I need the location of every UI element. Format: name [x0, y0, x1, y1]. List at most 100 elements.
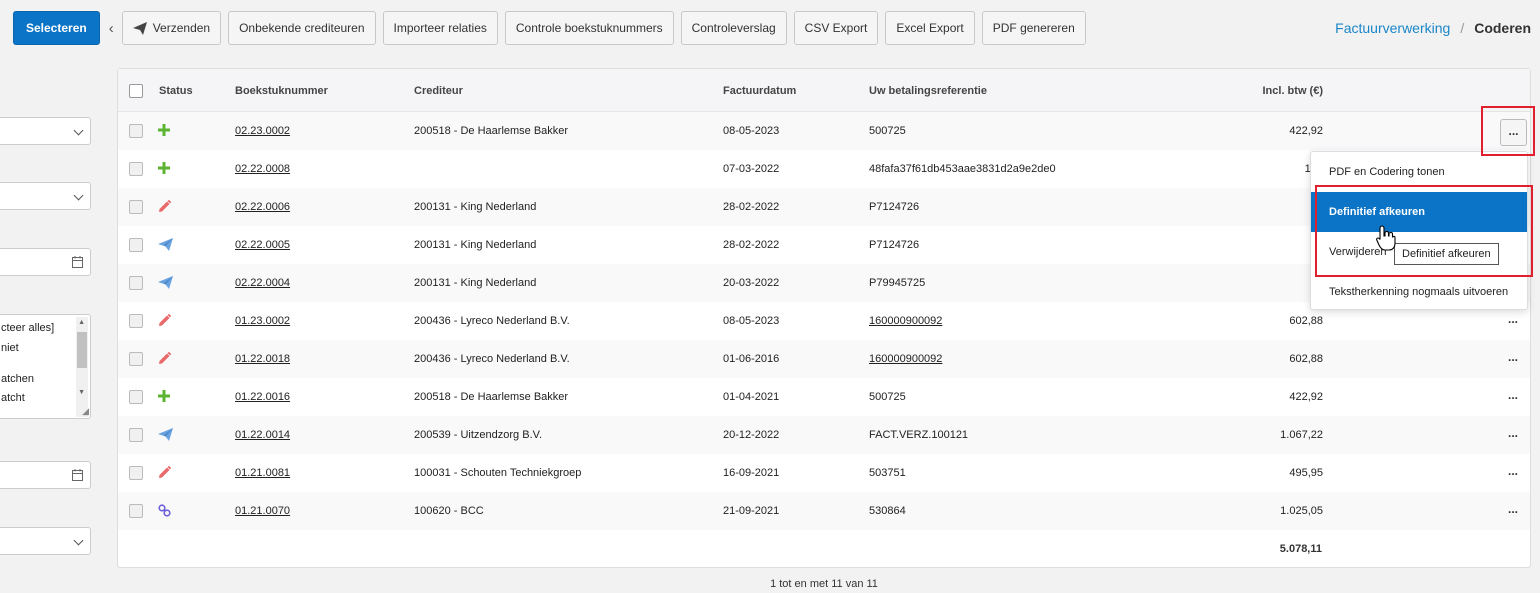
creditor-cell: 200131 - King Nederland	[414, 201, 537, 213]
csv-export-button[interactable]: CSV Export	[793, 11, 879, 45]
document-number-link[interactable]: 02.22.0008	[235, 163, 290, 175]
creditor-cell: 100031 - Schouten Techniekgroep	[414, 467, 582, 479]
payment-reference-cell: 530864	[869, 505, 906, 517]
amount-cell: 422,92	[1289, 125, 1323, 137]
listbox-option[interactable]: atcht	[1, 392, 25, 404]
amount-cell: 495,95	[1289, 467, 1323, 479]
row-checkbox[interactable]	[129, 504, 143, 518]
creditor-cell: 200436 - Lyreco Nederland B.V.	[414, 315, 570, 327]
select-button[interactable]: Selecteren	[13, 11, 100, 45]
send-button[interactable]: Verzenden	[121, 11, 222, 45]
generate-pdf-button[interactable]: PDF genereren	[981, 11, 1086, 45]
header-document-number[interactable]: Boekstuknummer	[235, 85, 328, 97]
table-header: Status Boekstuknummer Crediteur Factuurd…	[118, 69, 1530, 112]
document-number-link[interactable]: 02.22.0006	[235, 201, 290, 213]
filter-select-2[interactable]	[0, 182, 91, 210]
row-actions-button[interactable]: ...	[1508, 388, 1518, 402]
document-number-link[interactable]: 01.22.0016	[235, 391, 290, 403]
unknown-creditors-button[interactable]: Onbekende crediteuren	[228, 11, 376, 45]
excel-export-button[interactable]: Excel Export	[885, 11, 975, 45]
invoice-date-cell: 08-05-2023	[723, 125, 780, 137]
row-checkbox[interactable]	[129, 124, 143, 138]
check-document-numbers-button[interactable]: Controle boekstuknummers	[504, 11, 674, 45]
document-number-link[interactable]: 01.21.0070	[235, 505, 290, 517]
document-number-link[interactable]: 02.22.0005	[235, 239, 290, 251]
status-listbox[interactable]: cteer alles] niet atchen atcht ▲ ▼ ◢	[0, 314, 91, 419]
row-checkbox[interactable]	[129, 352, 143, 366]
row-checkbox[interactable]	[129, 200, 143, 214]
resize-grip-icon[interactable]: ◢	[82, 406, 89, 417]
filter-select-1[interactable]	[0, 117, 91, 145]
header-creditor[interactable]: Crediteur	[414, 85, 463, 97]
row-actions-button[interactable]: ...	[1508, 350, 1518, 364]
invoice-date-cell: 20-03-2022	[723, 277, 780, 289]
document-number-link[interactable]: 02.22.0004	[235, 277, 290, 289]
creditor-cell: 200131 - King Nederland	[414, 239, 537, 251]
table-row[interactable]: 01.21.0070 100620 - BCC 21-09-2021 530864 1.…	[118, 492, 1530, 530]
header-invoice-date[interactable]: Factuurdatum	[723, 85, 796, 97]
breadcrumb-separator: /	[1460, 20, 1465, 36]
menu-item-rerun-ocr[interactable]: Tekstherkenning nogmaals uitvoeren	[1311, 272, 1527, 312]
row-checkbox[interactable]	[129, 238, 143, 252]
row-checkbox[interactable]	[129, 466, 143, 480]
table-row[interactable]: 01.22.0016 200518 - De Haarlemse Bakker 01…	[118, 378, 1530, 416]
payment-reference-cell: 500725	[869, 125, 906, 137]
amount-cell: 1.067,22	[1280, 429, 1323, 441]
calendar-icon[interactable]	[72, 256, 83, 268]
header-payment-reference[interactable]: Uw betalingsreferentie	[869, 85, 987, 97]
row-checkbox[interactable]	[129, 314, 143, 328]
pagination-info: 1 tot en met 11 van 11	[770, 578, 878, 590]
listbox-option[interactable]: cteer alles]	[1, 322, 54, 334]
select-all-checkbox[interactable]	[129, 84, 143, 98]
row-actions-button[interactable]: ...	[1508, 464, 1518, 478]
plus-icon	[158, 124, 170, 139]
calendar-icon[interactable]	[72, 469, 83, 481]
pencil-icon	[158, 199, 172, 216]
table-row[interactable]: 01.21.0081 100031 - Schouten Techniekgroe…	[118, 454, 1530, 492]
invoice-date-cell: 01-06-2016	[723, 353, 780, 365]
listbox-scroll-thumb[interactable]	[77, 332, 87, 368]
table-row[interactable]: 02.23.0002 200518 - De Haarlemse Bakker 08…	[118, 112, 1530, 150]
document-number-link[interactable]: 01.21.0081	[235, 467, 290, 479]
row-checkbox[interactable]	[129, 162, 143, 176]
breadcrumb: Factuurverwerking / Coderen	[1335, 20, 1531, 36]
row-checkbox[interactable]	[129, 276, 143, 290]
invoice-table: Status Boekstuknummer Crediteur Factuurd…	[117, 68, 1531, 568]
document-number-link[interactable]: 01.23.0002	[235, 315, 290, 327]
table-row[interactable]: 01.22.0018 200436 - Lyreco Nederland B.V.…	[118, 340, 1530, 378]
row-actions-button[interactable]: ...	[1508, 502, 1518, 516]
invoice-date-cell: 01-04-2021	[723, 391, 780, 403]
header-amount[interactable]: Incl. btw (€)	[1263, 85, 1324, 97]
row-actions-button[interactable]: ...	[1508, 426, 1518, 440]
payment-reference-cell: P79945725	[869, 277, 926, 289]
filter-select-3[interactable]	[0, 527, 91, 555]
pencil-icon	[158, 465, 172, 482]
header-status[interactable]: Status	[159, 85, 193, 97]
invoice-date-cell: 07-03-2022	[723, 163, 780, 175]
payment-reference-cell: 503751	[869, 467, 906, 479]
scroll-up-icon[interactable]: ▲	[78, 319, 85, 326]
row-checkbox[interactable]	[129, 428, 143, 442]
scroll-down-icon[interactable]: ▼	[78, 389, 85, 396]
amount-cell: 602,88	[1289, 353, 1323, 365]
filter-date-2[interactable]	[0, 461, 91, 489]
payment-reference-cell[interactable]: 160000900092	[869, 353, 942, 365]
document-number-link[interactable]: 02.23.0002	[235, 125, 290, 137]
paper-plane-icon	[158, 276, 173, 292]
breadcrumb-parent[interactable]: Factuurverwerking	[1335, 20, 1450, 36]
check-report-button[interactable]: Controleverslag	[680, 11, 787, 45]
creditor-cell: 200436 - Lyreco Nederland B.V.	[414, 353, 570, 365]
document-number-link[interactable]: 01.22.0018	[235, 353, 290, 365]
row-actions-button[interactable]: ...	[1508, 312, 1518, 326]
listbox-option[interactable]: niet	[1, 342, 19, 354]
import-relations-button[interactable]: Importeer relaties	[382, 11, 498, 45]
chevron-left-icon[interactable]: ‹	[109, 20, 114, 37]
listbox-option[interactable]: atchen	[1, 373, 34, 385]
invoice-date-cell: 08-05-2023	[723, 315, 780, 327]
table-row[interactable]: 01.22.0014 200539 - Uitzendzorg B.V. 20-12…	[118, 416, 1530, 454]
filter-date-1[interactable]	[0, 248, 91, 276]
document-number-link[interactable]: 01.22.0014	[235, 429, 290, 441]
creditor-cell: 100620 - BCC	[414, 505, 484, 517]
row-checkbox[interactable]	[129, 390, 143, 404]
payment-reference-cell[interactable]: 160000900092	[869, 315, 942, 327]
